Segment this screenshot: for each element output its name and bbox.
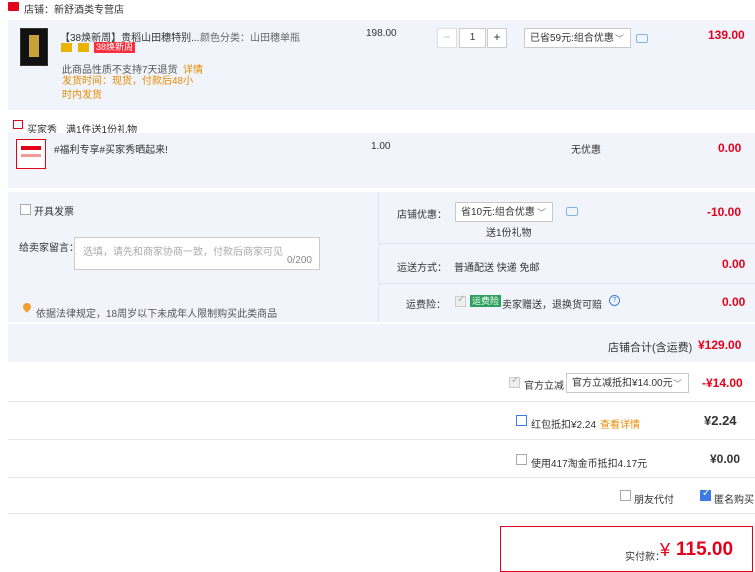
official-discount-value: 官方立减抵扣¥14.00元 xyxy=(572,378,673,389)
chevron-down-icon: ﹀ xyxy=(536,208,546,218)
divider xyxy=(8,513,755,514)
insurance-checkbox[interactable] xyxy=(455,294,466,307)
coins-checkbox[interactable] xyxy=(516,454,527,465)
quantity-input[interactable]: 1 xyxy=(459,28,486,48)
coins-amount: ¥0.00 xyxy=(710,452,741,466)
message-counter: 0/200 xyxy=(286,255,312,266)
insurance-badge: 运费险 xyxy=(470,295,502,307)
item-promo-value: 已省59元:组合优惠 xyxy=(530,33,614,44)
divider xyxy=(8,439,755,440)
pay-amount: 115.00 xyxy=(676,539,734,560)
product-attribute: 颜色分类：山田穗单瓶 xyxy=(200,33,300,44)
divider xyxy=(8,401,755,402)
shop-discount-amount: -10.00 xyxy=(707,205,742,219)
message-placeholder: 选填，请先和商家协商一致，付款后商家可见 xyxy=(83,247,283,258)
gift-title[interactable]: #福利专享#买家秀晒起来! xyxy=(54,141,168,156)
message-label: 给卖家留言： xyxy=(19,243,79,254)
divider xyxy=(8,477,755,478)
message-textarea[interactable]: 选填，请先和商家协商一致，付款后商家可见 0/200 xyxy=(74,237,320,270)
promo-badge: 38焕新周 xyxy=(94,42,136,53)
unit-price: 198.00 xyxy=(366,28,397,39)
product-thumbnail[interactable] xyxy=(20,28,48,66)
shop-discount-sub: 送1份礼物 xyxy=(486,228,532,239)
item-total: 139.00 xyxy=(708,28,745,42)
friend-pay-label: 朋友代付 xyxy=(634,495,674,506)
panel-row-divider xyxy=(378,283,755,284)
tmall-icon xyxy=(61,43,72,52)
delivery-amount: 0.00 xyxy=(722,257,746,271)
help-icon[interactable]: ? xyxy=(609,295,620,306)
invoice-label: 开具发票 xyxy=(34,207,74,218)
shop-name[interactable]: 店铺：新舒酒类专营店 xyxy=(24,1,124,16)
return-policy-details-link[interactable]: 详情 xyxy=(183,61,203,76)
redpacket-label: 红包抵扣¥2.24 xyxy=(531,420,597,431)
delivery-value: 普通配送 快递 免邮 xyxy=(454,263,540,274)
return-policy-note: 此商品性质不支持7天退货 xyxy=(62,65,178,76)
gift-discount: 无优惠 xyxy=(571,145,601,156)
anonymous-label: 匿名购买 xyxy=(714,495,754,506)
coins-label: 使用417淘金币抵扣4.17元 xyxy=(531,459,648,470)
gift-total: 0.00 xyxy=(718,141,742,155)
delivery-label: 运送方式： xyxy=(397,263,447,274)
insurance-value: 卖家赠送，退换货可赔 xyxy=(502,300,602,311)
official-discount-select[interactable]: 官方立减抵扣¥14.00元 ﹀ xyxy=(566,373,689,393)
shipping-time-note: 发货时间：现货，付款后48小时内发货 xyxy=(62,76,194,101)
chat-bubble-icon[interactable] xyxy=(566,207,578,216)
friend-pay-checkbox[interactable] xyxy=(620,490,631,501)
official-discount-checkbox[interactable] xyxy=(509,375,520,388)
gift-thumbnail[interactable] xyxy=(16,139,46,169)
gift-price: 1.00 xyxy=(371,141,391,152)
shop-discount-label: 店铺优惠： xyxy=(397,210,447,221)
panel-row-divider xyxy=(378,243,755,244)
coupon-icon xyxy=(78,43,89,52)
subtotal-label: 店铺合计(含运费) xyxy=(608,342,693,354)
chevron-down-icon: ﹀ xyxy=(672,379,682,389)
legal-notice: 依据法律规定，18周岁以下未成年人限制购买此类商品 xyxy=(36,309,278,320)
shop-discount-select[interactable]: 省10元:组合优惠 ﹀ xyxy=(455,202,553,222)
redpacket-amount: ¥2.24 xyxy=(704,413,737,428)
redpacket-details-link[interactable]: 查看详情 xyxy=(600,416,640,431)
redpacket-checkbox[interactable] xyxy=(516,415,527,426)
gift-icon xyxy=(13,120,23,129)
quantity-increment-button[interactable]: + xyxy=(487,28,507,48)
invoice-checkbox[interactable] xyxy=(20,204,31,215)
panel-divider xyxy=(378,192,379,322)
subtotal-value: ¥129.00 xyxy=(698,338,742,352)
anonymous-checkbox[interactable] xyxy=(700,488,711,501)
chevron-down-icon: ﹀ xyxy=(614,34,624,44)
insurance-amount: 0.00 xyxy=(722,295,746,309)
official-discount-label: 官方立减 xyxy=(524,381,564,392)
pay-label: 实付款： xyxy=(625,552,665,563)
insurance-label: 运费险： xyxy=(406,300,446,311)
shop-icon xyxy=(8,2,19,11)
shop-discount-value: 省10元:组合优惠 xyxy=(461,207,535,218)
quantity-decrement-button[interactable]: − xyxy=(437,28,457,48)
chat-bubble-icon[interactable] xyxy=(636,34,648,43)
official-discount-amount: -¥14.00 xyxy=(702,376,743,390)
item-promo-select[interactable]: 已省59元:组合优惠 ﹀ xyxy=(524,28,631,48)
pay-currency: ¥ xyxy=(660,540,671,560)
